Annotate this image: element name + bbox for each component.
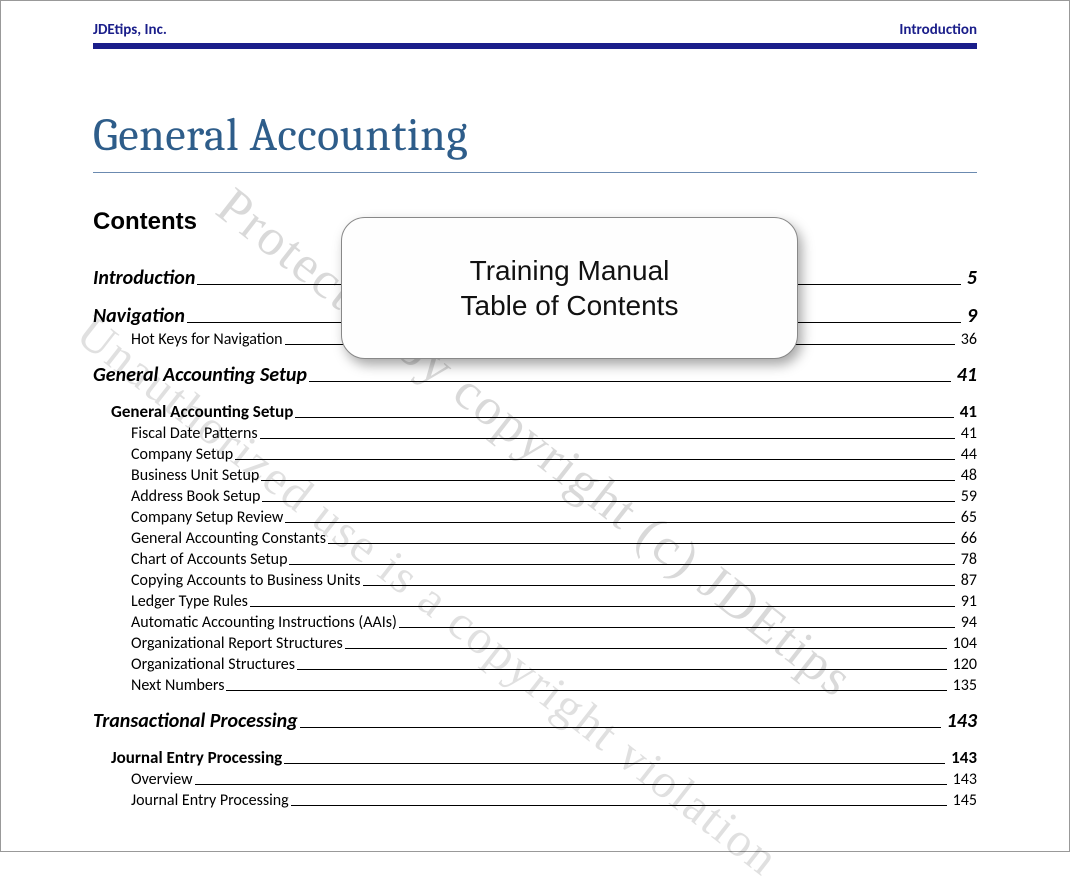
toc-entry[interactable]: Transactional Processing 143 <box>93 709 977 733</box>
toc-leader-line <box>261 480 955 481</box>
toc-entry-label: Organizational Structures <box>131 655 297 674</box>
toc-leader-line <box>235 459 955 460</box>
toc-entry-label: Ledger Type Rules <box>131 592 250 611</box>
toc-entry[interactable]: Company Setup 44 <box>131 445 977 464</box>
toc-entry-label: Journal Entry Processing <box>131 791 291 810</box>
toc-entry-page: 94 <box>955 613 977 632</box>
toc-entry-page: 65 <box>955 508 977 527</box>
toc-entry-label: Navigation <box>93 304 187 328</box>
callout-box: Training Manual Table of Contents <box>341 217 798 359</box>
toc-leader-line <box>291 805 947 806</box>
toc-leader-line <box>345 648 947 649</box>
toc-leader-line <box>328 543 955 544</box>
toc-entry-page: 66 <box>955 529 977 548</box>
toc-entry-label: General Accounting Setup <box>93 363 309 387</box>
toc-entry[interactable]: General Accounting Setup 41 <box>111 401 977 422</box>
toc-entry[interactable]: Journal Entry Processing 143 <box>111 747 977 768</box>
toc-entry-page: 41 <box>954 401 977 422</box>
toc-entry-label: Business Unit Setup <box>131 466 261 485</box>
toc-entry[interactable]: Next Numbers 135 <box>131 676 977 695</box>
toc-entry-page: 104 <box>947 634 977 653</box>
toc-entry-label: Address Book Setup <box>131 487 262 506</box>
toc-entry-label: Company Setup <box>131 445 235 464</box>
document-title: General Accounting <box>93 109 977 162</box>
toc-entry-page: 135 <box>947 676 977 695</box>
toc-leader-line <box>226 690 946 691</box>
toc-leader-line <box>363 585 955 586</box>
callout-line-1: Training Manual <box>470 253 670 288</box>
toc-entry[interactable]: Journal Entry Processing 145 <box>131 791 977 810</box>
toc-entry-label: Fiscal Date Patterns <box>131 424 260 443</box>
toc-entry-label: Next Numbers <box>131 676 226 695</box>
page: JDEtips, Inc. Introduction General Accou… <box>93 1 977 851</box>
toc-leader-line <box>285 522 954 523</box>
header-right: Introduction <box>899 21 977 39</box>
toc-entry-page: 48 <box>955 466 977 485</box>
toc-entry[interactable]: Overview 143 <box>131 770 977 789</box>
toc-entry-label: Chart of Accounts Setup <box>131 550 289 569</box>
toc-entry-label: Organizational Report Structures <box>131 634 345 653</box>
toc-leader-line <box>297 669 947 670</box>
toc-leader-line <box>399 627 955 628</box>
toc-entry[interactable]: Organizational Report Structures 104 <box>131 634 977 653</box>
toc-entry-page: 143 <box>941 709 977 733</box>
header-left: JDEtips, Inc. <box>93 21 167 39</box>
toc-leader-line <box>289 564 954 565</box>
toc-entry-label: Automatic Accounting Instructions (AAIs) <box>131 613 399 632</box>
toc-leader-line <box>250 606 955 607</box>
toc-entry-page: 41 <box>951 363 977 387</box>
toc-leader-line <box>262 501 954 502</box>
toc-entry-label: Transactional Processing <box>93 709 300 733</box>
toc-entry-page: 143 <box>947 770 977 789</box>
toc-entry[interactable]: Copying Accounts to Business Units 87 <box>131 571 977 590</box>
toc-entry-page: 36 <box>955 330 977 349</box>
callout-line-2: Table of Contents <box>461 288 679 323</box>
toc-leader-line <box>295 417 953 418</box>
toc-entry-page: 91 <box>955 592 977 611</box>
toc-entry-label: Copying Accounts to Business Units <box>131 571 363 590</box>
toc-entry-page: 78 <box>955 550 977 569</box>
toc-entry-label: Hot Keys for Navigation <box>131 330 285 349</box>
toc-entry[interactable]: Chart of Accounts Setup 78 <box>131 550 977 569</box>
toc-leader-line <box>284 763 945 764</box>
toc-entry[interactable]: Ledger Type Rules 91 <box>131 592 977 611</box>
toc-entry-label: Introduction <box>93 266 197 290</box>
toc-leader-line <box>300 727 941 728</box>
title-rule <box>93 172 977 173</box>
toc-entry-page: 143 <box>945 747 977 768</box>
toc-entry[interactable]: Business Unit Setup 48 <box>131 466 977 485</box>
toc-entry[interactable]: Address Book Setup 59 <box>131 487 977 506</box>
toc-entry-label: Company Setup Review <box>131 508 285 527</box>
toc-entry-page: 120 <box>947 655 977 674</box>
toc-entry-page: 59 <box>955 487 977 506</box>
toc-entry-label: General Accounting Constants <box>131 529 328 548</box>
toc-entry[interactable]: General Accounting Setup 41 <box>93 363 977 387</box>
toc-entry[interactable]: Fiscal Date Patterns 41 <box>131 424 977 443</box>
page-header: JDEtips, Inc. Introduction <box>93 1 977 41</box>
toc-entry[interactable]: General Accounting Constants 66 <box>131 529 977 548</box>
toc-leader-line <box>195 784 947 785</box>
toc-entry-label: Journal Entry Processing <box>111 747 284 768</box>
header-rule <box>93 43 977 49</box>
toc-entry-page: 145 <box>947 791 977 810</box>
toc-entry-page: 41 <box>955 424 977 443</box>
toc-leader-line <box>260 438 955 439</box>
toc-entry[interactable]: Organizational Structures 120 <box>131 655 977 674</box>
toc-leader-line <box>309 381 951 382</box>
toc-entry[interactable]: Company Setup Review 65 <box>131 508 977 527</box>
toc-entry-label: General Accounting Setup <box>111 401 295 422</box>
toc-entry-page: 87 <box>955 571 977 590</box>
toc-entry-page: 44 <box>955 445 977 464</box>
toc-entry-page: 5 <box>961 266 977 290</box>
toc-entry-page: 9 <box>961 304 977 328</box>
toc-entry-label: Overview <box>131 770 195 789</box>
toc-entry[interactable]: Automatic Accounting Instructions (AAIs)… <box>131 613 977 632</box>
